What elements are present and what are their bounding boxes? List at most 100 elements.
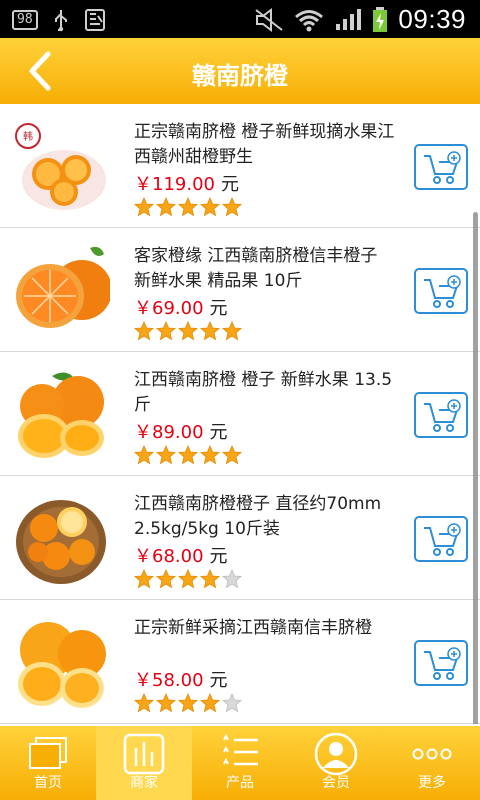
cart-add-icon: [424, 523, 461, 556]
page-title: 赣南脐橙: [192, 62, 288, 90]
product-name[interactable]: 正宗赣南脐橙 橙子新鲜现摘水果江西赣州甜橙野生: [134, 120, 396, 170]
product-item[interactable]: 江西赣南脐橙 橙子 新鲜水果 13.5斤 ￥89.00 元: [0, 352, 480, 476]
rating-stars: [134, 321, 242, 341]
bottom-nav: 首页 商家 产品 会员 更多: [0, 726, 480, 800]
star-filled-icon: [178, 321, 198, 341]
cart-add-icon: [424, 647, 461, 680]
star-filled-icon: [156, 569, 176, 589]
product-price: ￥58.00: [134, 670, 204, 691]
nav-item-member[interactable]: 会员: [288, 726, 384, 800]
list-scrollbar[interactable]: [473, 212, 478, 724]
price-row: ￥69.00 元: [134, 294, 228, 320]
product-image: 韩: [12, 118, 110, 216]
star-filled-icon: [200, 569, 220, 589]
star-filled-icon: [134, 693, 154, 713]
nav-label: 商家: [130, 775, 158, 791]
product-item[interactable]: 江西赣南脐橙橙子 直径约70mm 2.5kg/5kg 10斤装 ￥68.00 元: [0, 476, 480, 600]
price-unit: 元: [209, 422, 228, 443]
mute-icon: [255, 7, 284, 32]
product-item[interactable]: 韩 正宗赣南脐橙 橙子新鲜现摘水果江西赣州甜橙野生 ￥119.00 元: [0, 104, 480, 228]
price-unit: 元: [209, 670, 228, 691]
star-filled-icon: [178, 569, 198, 589]
status-bar: 98 09:39: [0, 0, 480, 38]
price-unit: 元: [209, 546, 228, 567]
more-icon: [412, 748, 452, 760]
nav-item-products[interactable]: 产品: [192, 726, 288, 800]
product-image: [12, 366, 110, 464]
star-filled-icon: [222, 445, 242, 465]
product-price: ￥69.00: [134, 298, 204, 319]
nav-item-home[interactable]: 首页: [0, 726, 96, 800]
product-price: ￥68.00: [134, 546, 204, 567]
nav-label: 更多: [418, 775, 446, 791]
product-image: [12, 242, 110, 340]
cart-add-icon: [424, 275, 461, 308]
add-to-cart-button[interactable]: [414, 392, 468, 438]
product-item[interactable]: 客家橙缘 江西赣南脐橙信丰橙子 新鲜水果 精品果 10斤 ￥69.00 元: [0, 228, 480, 352]
price-row: ￥58.00 元: [134, 666, 228, 692]
star-filled-icon: [134, 197, 154, 217]
star-filled-icon: [178, 693, 198, 713]
nav-label: 会员: [322, 775, 350, 791]
star-filled-icon: [134, 321, 154, 341]
nav-label: 首页: [34, 775, 62, 791]
product-price: ￥89.00: [134, 422, 204, 443]
star-filled-icon: [156, 197, 176, 217]
star-filled-icon: [200, 693, 220, 713]
price-row: ￥68.00 元: [134, 542, 228, 568]
star-filled-icon: [178, 197, 198, 217]
star-filled-icon: [222, 197, 242, 217]
star-filled-icon: [156, 445, 176, 465]
product-image: [12, 490, 110, 588]
add-to-cart-button[interactable]: [414, 144, 468, 190]
price-row: ￥89.00 元: [134, 418, 228, 444]
star-filled-icon: [134, 569, 154, 589]
product-name[interactable]: 正宗新鲜采摘江西赣南信丰脐橙: [134, 616, 396, 641]
product-list-icon: [223, 733, 258, 766]
wifi-icon: [295, 9, 324, 31]
star-filled-icon: [222, 321, 242, 341]
status-time: 09:39: [398, 4, 466, 34]
product-image: [12, 614, 110, 712]
star-filled-icon: [156, 321, 176, 341]
product-name[interactable]: 客家橙缘 江西赣南脐橙信丰橙子 新鲜水果 精品果 10斤: [134, 244, 396, 294]
rating-stars: [134, 445, 242, 465]
nav-item-merchant[interactable]: 商家: [96, 726, 192, 800]
price-unit: 元: [209, 298, 228, 319]
battery-charging-icon: [373, 6, 388, 32]
product-name[interactable]: 江西赣南脐橙 橙子 新鲜水果 13.5斤: [134, 368, 396, 418]
star-filled-icon: [178, 445, 198, 465]
cart-add-icon: [424, 151, 461, 184]
star-empty-icon: [222, 569, 242, 589]
product-item[interactable]: 正宗新鲜采摘江西赣南信丰脐橙 ￥58.00 元: [0, 600, 480, 724]
product-name[interactable]: 江西赣南脐橙橙子 直径约70mm 2.5kg/5kg 10斤装: [134, 492, 396, 542]
rating-stars: [134, 693, 242, 713]
add-to-cart-button[interactable]: [414, 516, 468, 562]
home-icon: [29, 737, 67, 769]
star-filled-icon: [156, 693, 176, 713]
nav-label: 产品: [226, 775, 254, 791]
notification-badge: 98: [12, 10, 38, 30]
star-filled-icon: [134, 445, 154, 465]
star-filled-icon: [200, 197, 220, 217]
cart-add-icon: [424, 399, 461, 432]
rating-stars: [134, 569, 242, 589]
merchant-icon: [123, 733, 165, 775]
star-empty-icon: [222, 693, 242, 713]
signal-icon: [336, 8, 362, 30]
add-to-cart-button[interactable]: [414, 640, 468, 686]
product-list[interactable]: 韩 正宗赣南脐橙 橙子新鲜现摘水果江西赣州甜橙野生 ￥119.00 元 客家橙缘…: [0, 104, 480, 724]
app-header: 赣南脐橙: [0, 38, 480, 104]
member-icon: [314, 732, 358, 776]
price-row: ￥119.00 元: [134, 170, 239, 196]
brand-logo: 韩: [23, 130, 33, 143]
usb-icon: [54, 10, 67, 32]
product-price: ￥119.00: [134, 174, 215, 195]
rating-stars: [134, 197, 242, 217]
price-unit: 元: [220, 174, 239, 195]
app-notification-icon: [84, 9, 105, 31]
star-filled-icon: [200, 445, 220, 465]
star-filled-icon: [200, 321, 220, 341]
nav-item-more[interactable]: 更多: [384, 726, 480, 800]
add-to-cart-button[interactable]: [414, 268, 468, 314]
